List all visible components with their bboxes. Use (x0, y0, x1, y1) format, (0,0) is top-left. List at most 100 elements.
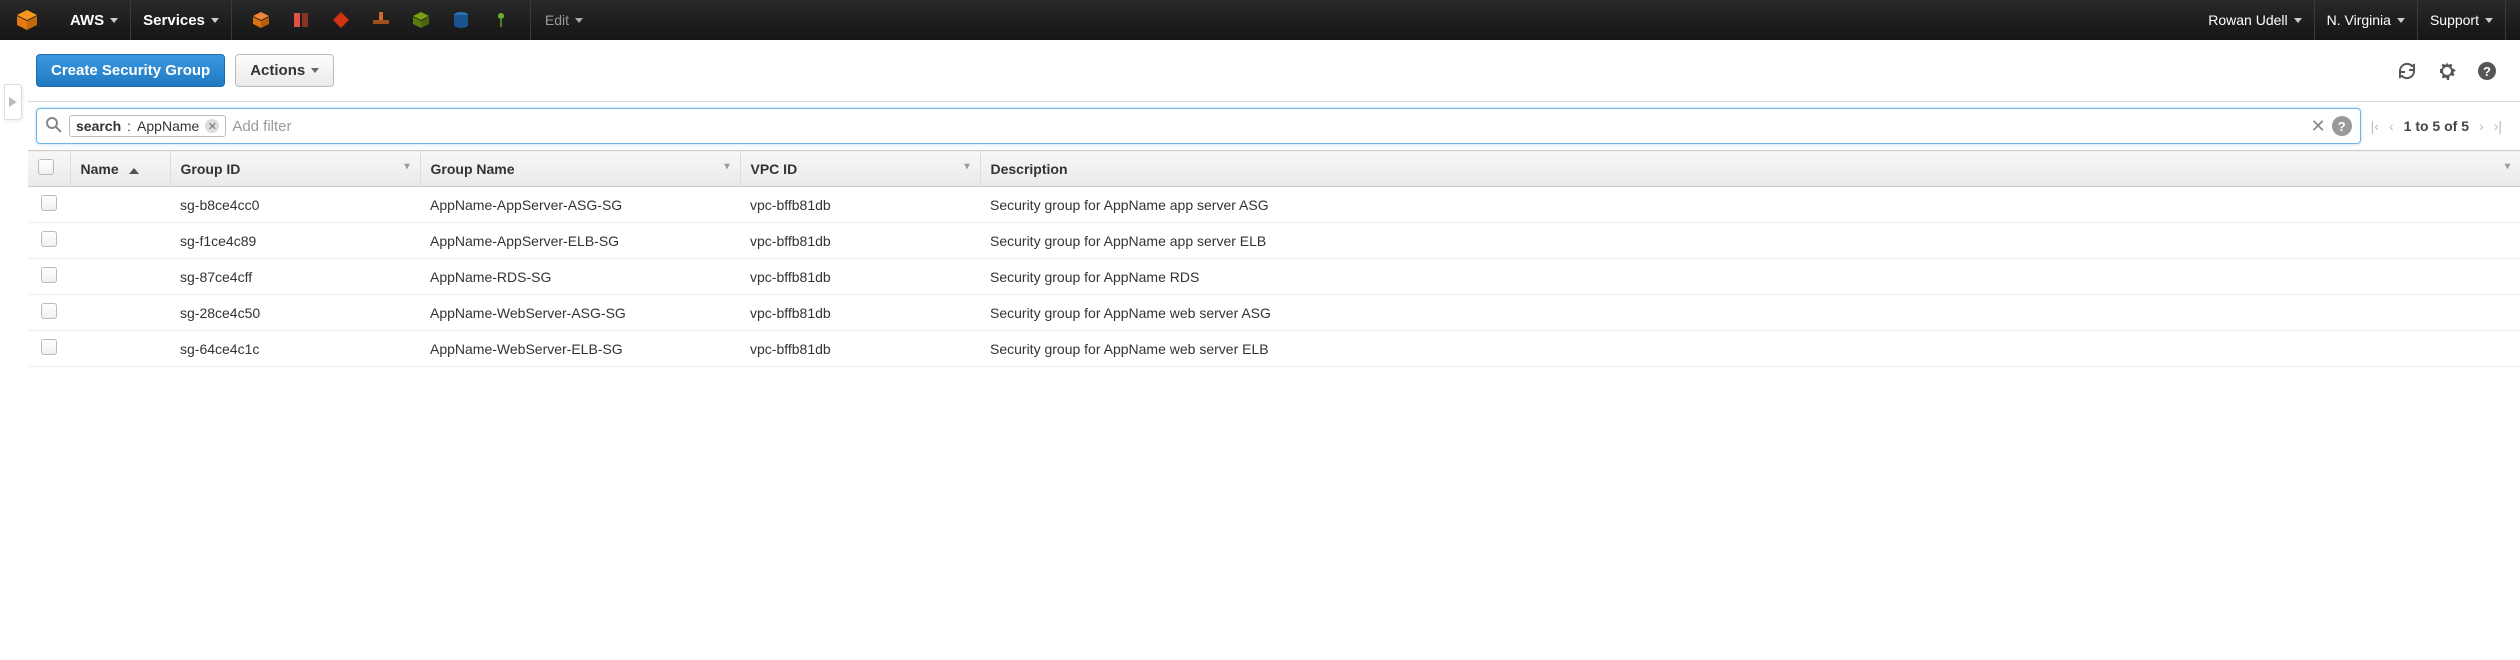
service-icon-5[interactable] (410, 9, 432, 31)
column-menu-icon[interactable]: ▾ (404, 161, 409, 172)
row-checkbox[interactable] (41, 303, 57, 319)
cell-group-id: sg-28ce4c50 (170, 295, 420, 331)
filter-bar: search : AppName ✕ ✕ ? |‹ ‹ 1 to 5 of 5 … (28, 101, 2520, 150)
row-checkbox[interactable] (41, 231, 57, 247)
column-menu-icon[interactable]: ▾ (2505, 161, 2510, 172)
chevron-down-icon (2294, 18, 2302, 23)
table-row[interactable]: sg-64ce4c1cAppName-WebServer-ELB-SGvpc-b… (28, 331, 2520, 367)
cell-vpc-id: vpc-bffb81db (740, 223, 980, 259)
aws-logo-icon[interactable] (14, 7, 40, 33)
cell-name (70, 223, 170, 259)
cell-vpc-id: vpc-bffb81db (740, 187, 980, 223)
pager: |‹ ‹ 1 to 5 of 5 › ›| (2371, 118, 2502, 134)
select-all-checkbox[interactable] (38, 159, 54, 175)
sort-asc-icon (129, 168, 139, 174)
cell-name (70, 259, 170, 295)
cell-description: Security group for AppName app server AS… (980, 187, 2520, 223)
cell-group-name: AppName-WebServer-ASG-SG (420, 295, 740, 331)
row-checkbox[interactable] (41, 339, 57, 355)
service-shortcut-bar (232, 0, 531, 40)
service-icon-1[interactable] (250, 9, 272, 31)
table-row[interactable]: sg-b8ce4cc0AppName-AppServer-ASG-SGvpc-b… (28, 187, 2520, 223)
cell-name (70, 295, 170, 331)
filter-input[interactable] (232, 118, 2310, 135)
cell-group-name: AppName-AppServer-ELB-SG (420, 223, 740, 259)
pager-prev-icon[interactable]: ‹ (2389, 118, 2394, 134)
col-header-description-label: Description (991, 161, 1068, 177)
nav-aws[interactable]: AWS (58, 0, 131, 40)
col-header-group-id[interactable]: Group ID ▾ (170, 151, 420, 187)
nav-aws-label: AWS (70, 12, 104, 29)
svg-text:?: ? (2483, 64, 2491, 79)
filter-tag-value: AppName (137, 118, 199, 134)
create-security-group-button[interactable]: Create Security Group (36, 54, 225, 87)
cell-description: Security group for AppName web server AS… (980, 295, 2520, 331)
filter-box[interactable]: search : AppName ✕ ✕ ? (36, 108, 2361, 144)
search-icon (45, 116, 63, 137)
cell-group-name: AppName-RDS-SG (420, 259, 740, 295)
cell-vpc-id: vpc-bffb81db (740, 331, 980, 367)
nav-user[interactable]: Rowan Udell (2196, 0, 2314, 40)
table-row[interactable]: sg-28ce4c50AppName-WebServer-ASG-SGvpc-b… (28, 295, 2520, 331)
cell-group-id: sg-87ce4cff (170, 259, 420, 295)
service-icon-3[interactable] (330, 9, 352, 31)
col-header-vpc-id-label: VPC ID (751, 161, 798, 177)
cell-vpc-id: vpc-bffb81db (740, 259, 980, 295)
actions-button-label: Actions (250, 62, 305, 79)
chevron-down-icon (211, 18, 219, 23)
row-checkbox[interactable] (41, 195, 57, 211)
top-nav: AWS Services Edit Rowan Udell N. Virgini… (0, 0, 2520, 40)
filter-tag-remove-icon[interactable]: ✕ (205, 119, 219, 133)
filter-tag-sep: : (127, 118, 131, 134)
chevron-down-icon (575, 18, 583, 23)
cell-description: Security group for AppName web server EL… (980, 331, 2520, 367)
cell-group-name: AppName-AppServer-ASG-SG (420, 187, 740, 223)
service-icon-6[interactable] (450, 9, 472, 31)
sidebar-expand-handle[interactable] (4, 84, 22, 120)
row-checkbox[interactable] (41, 267, 57, 283)
filter-tag: search : AppName ✕ (69, 115, 226, 137)
col-header-vpc-id[interactable]: VPC ID ▾ (740, 151, 980, 187)
nav-user-label: Rowan Udell (2208, 12, 2287, 28)
pager-next-icon[interactable]: › (2479, 118, 2484, 134)
pager-count: 1 to 5 of 5 (2404, 118, 2469, 134)
refresh-icon[interactable] (2396, 60, 2418, 82)
main-content: Create Security Group Actions ? search (0, 40, 2520, 367)
cell-group-id: sg-64ce4c1c (170, 331, 420, 367)
col-header-checkbox[interactable] (28, 151, 70, 187)
service-icon-2[interactable] (290, 9, 312, 31)
col-header-name[interactable]: Name (70, 151, 170, 187)
nav-edit[interactable]: Edit (531, 12, 597, 28)
chevron-down-icon (2397, 18, 2405, 23)
col-header-group-name-label: Group Name (431, 161, 515, 177)
filter-tag-key: search (76, 118, 121, 134)
service-icon-4[interactable] (370, 9, 392, 31)
clear-filter-icon[interactable]: ✕ (2311, 116, 2326, 137)
service-icon-7[interactable] (490, 9, 512, 31)
cell-description: Security group for AppName app server EL… (980, 223, 2520, 259)
nav-region[interactable]: N. Virginia (2315, 0, 2418, 40)
cell-description: Security group for AppName RDS (980, 259, 2520, 295)
help-icon[interactable]: ? (2476, 60, 2498, 82)
column-menu-icon[interactable]: ▾ (724, 161, 729, 172)
cell-group-id: sg-b8ce4cc0 (170, 187, 420, 223)
nav-edit-label: Edit (545, 12, 569, 28)
pager-last-icon[interactable]: ›| (2494, 118, 2502, 134)
filter-help-icon[interactable]: ? (2332, 116, 2352, 136)
nav-services[interactable]: Services (131, 0, 232, 40)
col-header-description[interactable]: Description ▾ (980, 151, 2520, 187)
nav-support-label: Support (2430, 12, 2479, 28)
pager-first-icon[interactable]: |‹ (2371, 118, 2379, 134)
column-menu-icon[interactable]: ▾ (964, 161, 969, 172)
actions-button[interactable]: Actions (235, 54, 334, 87)
nav-services-label: Services (143, 12, 205, 29)
col-header-group-name[interactable]: Group Name ▾ (420, 151, 740, 187)
cell-vpc-id: vpc-bffb81db (740, 295, 980, 331)
chevron-down-icon (311, 68, 319, 73)
table-row[interactable]: sg-f1ce4c89AppName-AppServer-ELB-SGvpc-b… (28, 223, 2520, 259)
create-button-label: Create Security Group (51, 62, 210, 79)
nav-support[interactable]: Support (2418, 0, 2506, 40)
table-row[interactable]: sg-87ce4cffAppName-RDS-SGvpc-bffb81dbSec… (28, 259, 2520, 295)
gear-icon[interactable] (2436, 60, 2458, 82)
cell-name (70, 331, 170, 367)
